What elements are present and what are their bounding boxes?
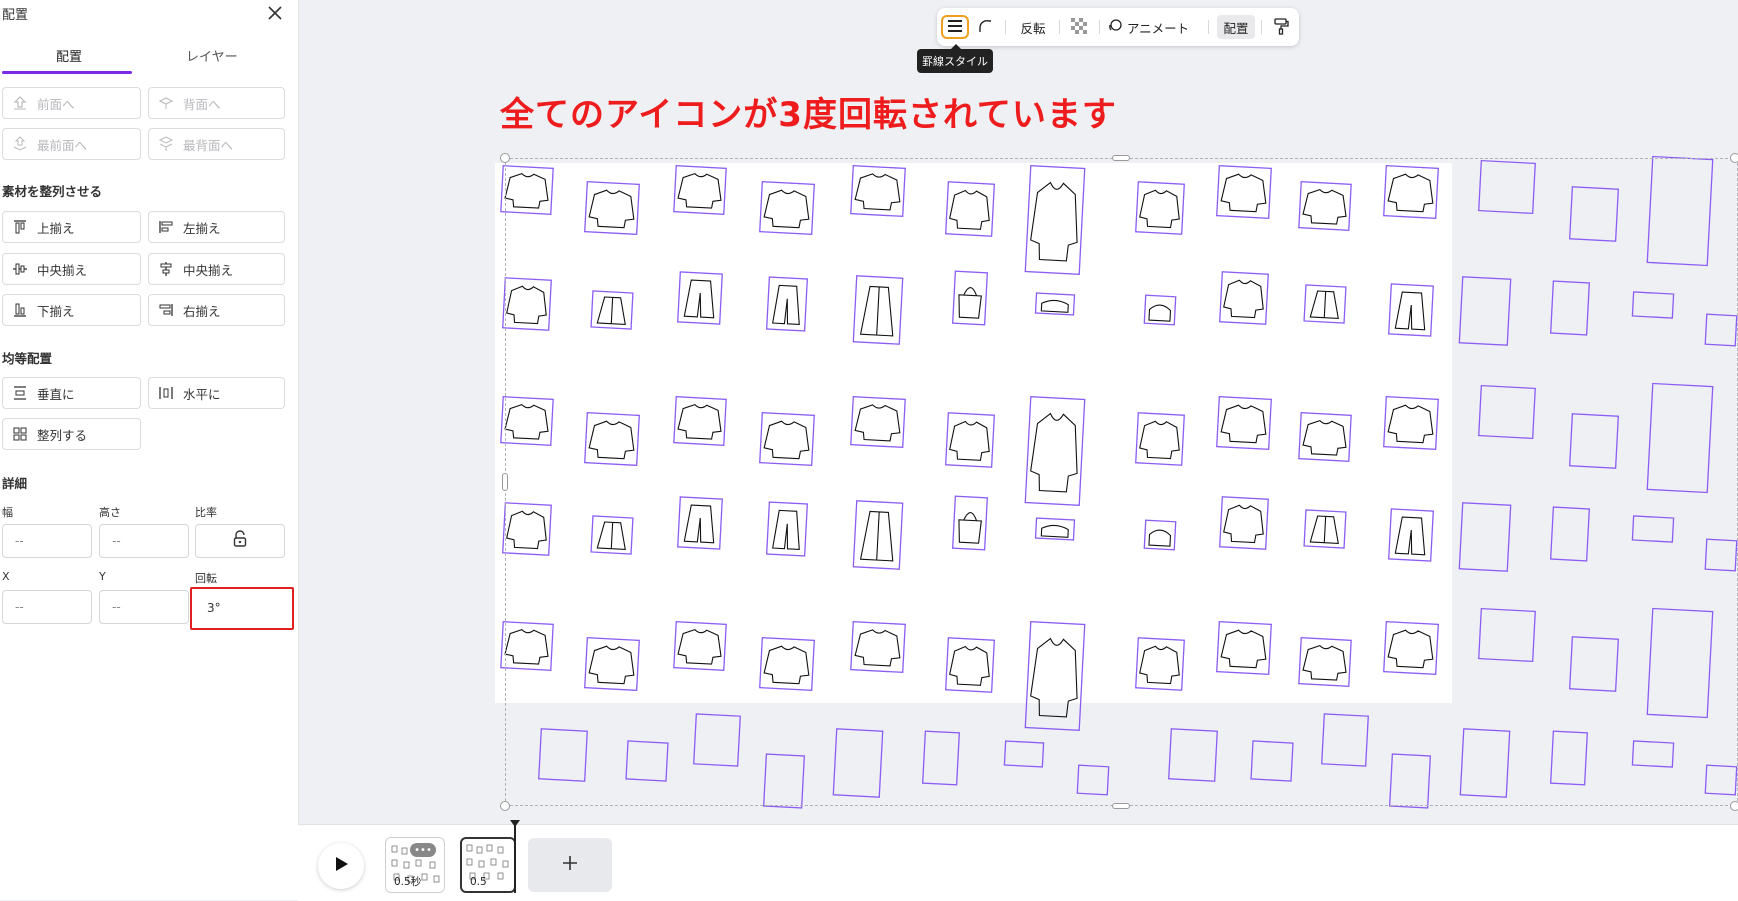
playhead-marker[interactable] xyxy=(510,820,520,827)
playhead[interactable] xyxy=(514,825,516,893)
resize-handle-bottom-left[interactable] xyxy=(500,801,510,811)
resize-handle-bottom-right[interactable] xyxy=(1730,801,1738,811)
page-2-duration: 0.5 xyxy=(470,876,487,888)
page-thumbnail-2[interactable]: 0.5 xyxy=(460,837,516,893)
play-button[interactable] xyxy=(318,843,364,889)
add-page-button[interactable] xyxy=(528,838,612,892)
selection-frame xyxy=(505,158,1738,806)
page-1-duration: 0.5秒 xyxy=(394,876,422,888)
resize-handle-bottom[interactable] xyxy=(1112,803,1130,809)
resize-handle-top-left[interactable] xyxy=(500,153,510,163)
resize-handle-top-right[interactable] xyxy=(1730,153,1738,163)
resize-handle-top[interactable] xyxy=(1112,155,1130,161)
plus-icon xyxy=(562,855,578,875)
more-icon[interactable]: ••• xyxy=(410,843,436,857)
play-icon xyxy=(333,855,349,877)
resize-handle-left[interactable] xyxy=(502,473,508,491)
